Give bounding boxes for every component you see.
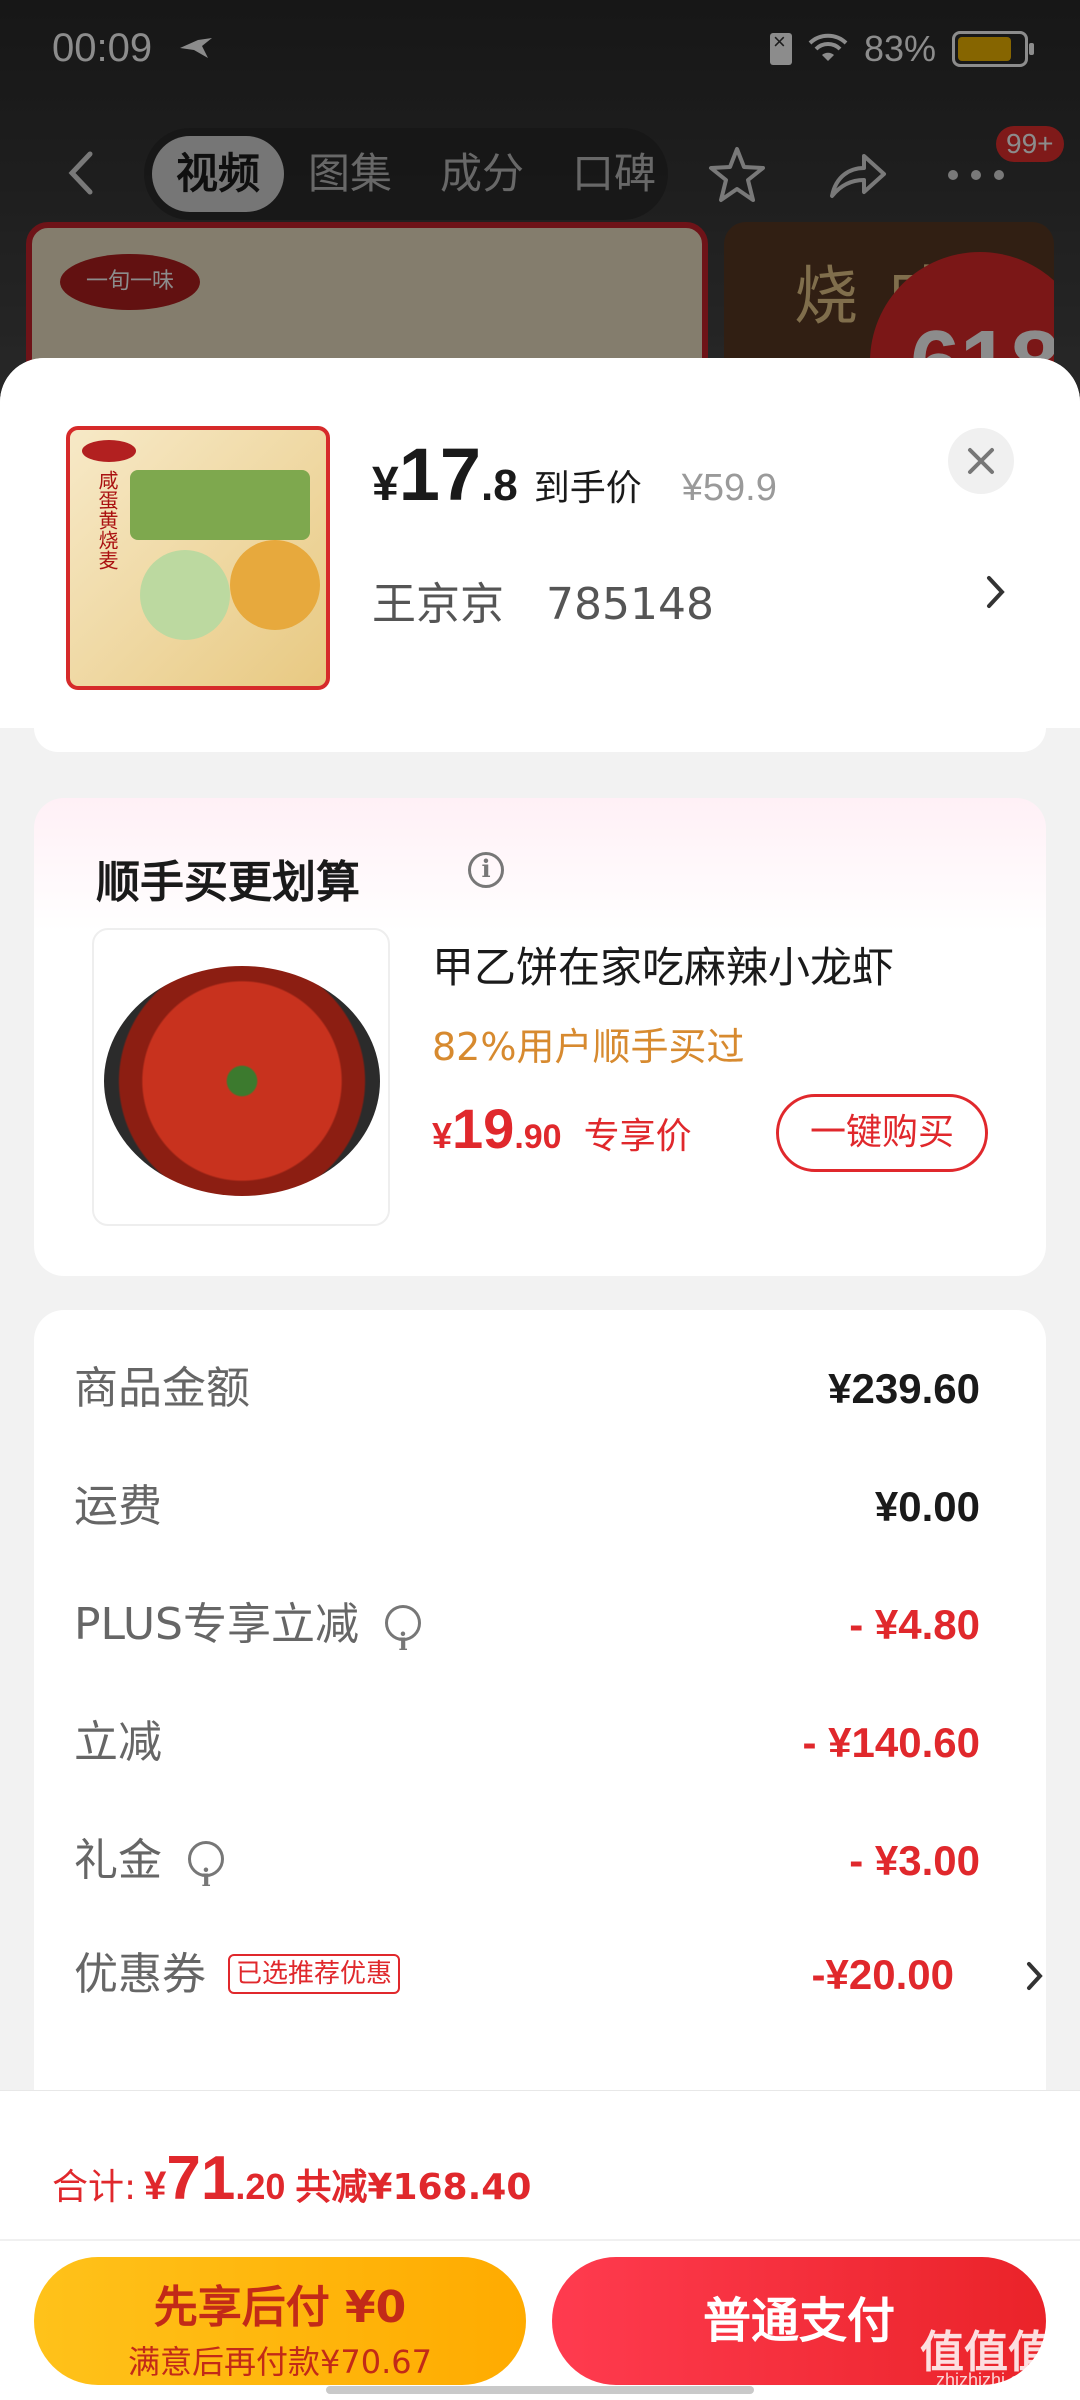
order-total: 合计: ¥ 71 .20 共减¥168.40 bbox=[52, 2143, 531, 2214]
info-icon[interactable] bbox=[468, 852, 504, 888]
upsell-price: ¥ 19 .90 专享价 bbox=[432, 1096, 692, 1161]
fee-label: 运费 bbox=[74, 1481, 162, 1532]
background-product-page: 00:09 83% 视频 图集 成分 口碑 bbox=[0, 0, 1080, 420]
price-integer: 17 bbox=[398, 433, 482, 516]
chevron-right-icon[interactable] bbox=[984, 572, 1008, 612]
fee-breakdown: 商品金额 ¥239.60 运费 ¥0.00 PLUS专享立减 - ¥4.80 立… bbox=[34, 1310, 1046, 2130]
fee-label: 优惠券 已选推荐优惠 bbox=[74, 1940, 401, 2010]
receiver-info[interactable]: 王京京 785148 bbox=[372, 568, 714, 632]
total-label: 合计: bbox=[52, 2167, 137, 2208]
fee-label: 礼金 bbox=[74, 1826, 224, 1913]
fee-value: - ¥140.60 bbox=[802, 1719, 980, 1766]
upsell-product-image[interactable] bbox=[92, 928, 390, 1226]
bottom-action-bar: 合计: ¥ 71 .20 共减¥168.40 先享后付 ¥0 满意后再付款¥70… bbox=[0, 2090, 1080, 2400]
total-saved: 共减¥168.40 bbox=[295, 2167, 532, 2208]
price-symbol: ¥ bbox=[372, 458, 399, 511]
upsell-price-decimal: .90 bbox=[514, 1118, 562, 1156]
fee-value: ¥239.60 bbox=[828, 1365, 980, 1412]
close-icon bbox=[968, 448, 994, 474]
fee-label-text: 优惠券 bbox=[74, 1949, 206, 2000]
upsell-social-proof: 82%用户顺手买过 bbox=[432, 1025, 745, 1069]
thumbnail-dumpling bbox=[140, 550, 230, 640]
fee-value: - ¥3.00 bbox=[849, 1837, 980, 1884]
fee-row-instant-discount: 立减 - ¥140.60 bbox=[74, 1708, 994, 1778]
original-price: ¥59.9 bbox=[681, 467, 777, 509]
pay-later-subtitle: 满意后再付款¥70.67 bbox=[128, 2343, 432, 2381]
fee-label-text: 礼金 bbox=[74, 1835, 162, 1886]
receiver-phone: 785148 bbox=[546, 579, 714, 630]
upsell-price-label: 专享价 bbox=[583, 1116, 692, 1157]
chevron-right-icon[interactable] bbox=[1026, 1960, 1044, 1992]
pay-later-title: 先享后付 ¥0 bbox=[153, 2282, 407, 2333]
fee-label: 立减 bbox=[74, 1717, 162, 1768]
fee-row-plus-discount: PLUS专享立减 - ¥4.80 bbox=[74, 1590, 994, 1677]
fee-row-coupon[interactable]: 优惠券 已选推荐优惠 -¥20.00 bbox=[74, 1940, 1043, 2010]
divider bbox=[0, 2239, 1080, 2241]
fee-label: PLUS专享立减 bbox=[74, 1590, 421, 1677]
total-integer: 71 bbox=[166, 2144, 236, 2213]
upsell-title: 顺手买更划算 bbox=[96, 846, 504, 910]
upsell-price-symbol: ¥ bbox=[432, 1115, 453, 1156]
fee-row-gift-money: 礼金 - ¥3.00 bbox=[74, 1826, 994, 1913]
fee-value: - ¥4.80 bbox=[849, 1601, 980, 1648]
fee-value: ¥0.00 bbox=[874, 1483, 980, 1530]
fee-label-text: PLUS专享立减 bbox=[74, 1599, 359, 1650]
product-thumbnail: 咸蛋黄烧麦 bbox=[66, 426, 330, 690]
price-label: 到手价 bbox=[533, 468, 642, 509]
close-button[interactable] bbox=[948, 428, 1014, 494]
thumbnail-text: 咸蛋黄烧麦 bbox=[95, 470, 119, 570]
upsell-product-name[interactable]: 甲乙饼在家吃麻辣小龙虾 bbox=[432, 934, 894, 995]
coupon-tag: 已选推荐优惠 bbox=[228, 1954, 401, 1994]
thumbnail-shaomai bbox=[230, 540, 320, 630]
info-icon[interactable] bbox=[385, 1605, 421, 1677]
fee-value: -¥20.00 bbox=[811, 1951, 954, 1998]
pay-later-button[interactable]: 先享后付 ¥0 满意后再付款¥70.67 bbox=[34, 2257, 526, 2385]
one-click-buy-button[interactable]: 一键购买 bbox=[776, 1094, 988, 1172]
fee-row-subtotal: 商品金额 ¥239.60 bbox=[74, 1354, 994, 1424]
receiver-name: 王京京 bbox=[372, 579, 504, 630]
info-icon[interactable] bbox=[188, 1841, 224, 1913]
card-divider bbox=[34, 728, 1046, 752]
fee-row-shipping: 运费 ¥0.00 bbox=[74, 1472, 994, 1542]
upsell-price-integer: 19 bbox=[452, 1097, 515, 1160]
final-price: ¥ 17 .8 到手价 ¥59.9 bbox=[372, 432, 777, 517]
total-symbol: ¥ bbox=[144, 2164, 167, 2208]
crayfish-plate bbox=[104, 966, 380, 1196]
thumbnail-logo bbox=[82, 440, 136, 462]
dim-overlay[interactable] bbox=[0, 0, 1080, 420]
home-indicator[interactable] bbox=[326, 2386, 754, 2394]
upsell-title-text: 顺手买更划算 bbox=[96, 857, 360, 908]
price-decimal: .8 bbox=[481, 461, 518, 510]
product-summary: 咸蛋黄烧麦 ¥ 17 .8 到手价 ¥59.9 王京京 785148 bbox=[0, 358, 1080, 728]
watermark-url: zhizhizhi.com bbox=[936, 2370, 1045, 2390]
thumbnail-package bbox=[130, 470, 310, 540]
total-decimal: .20 bbox=[235, 2166, 286, 2207]
fee-label: 商品金额 bbox=[74, 1363, 250, 1414]
upsell-card: 顺手买更划算 甲乙饼在家吃麻辣小龙虾 82%用户顺手买过 ¥ 19 .90 专享… bbox=[34, 798, 1046, 1276]
